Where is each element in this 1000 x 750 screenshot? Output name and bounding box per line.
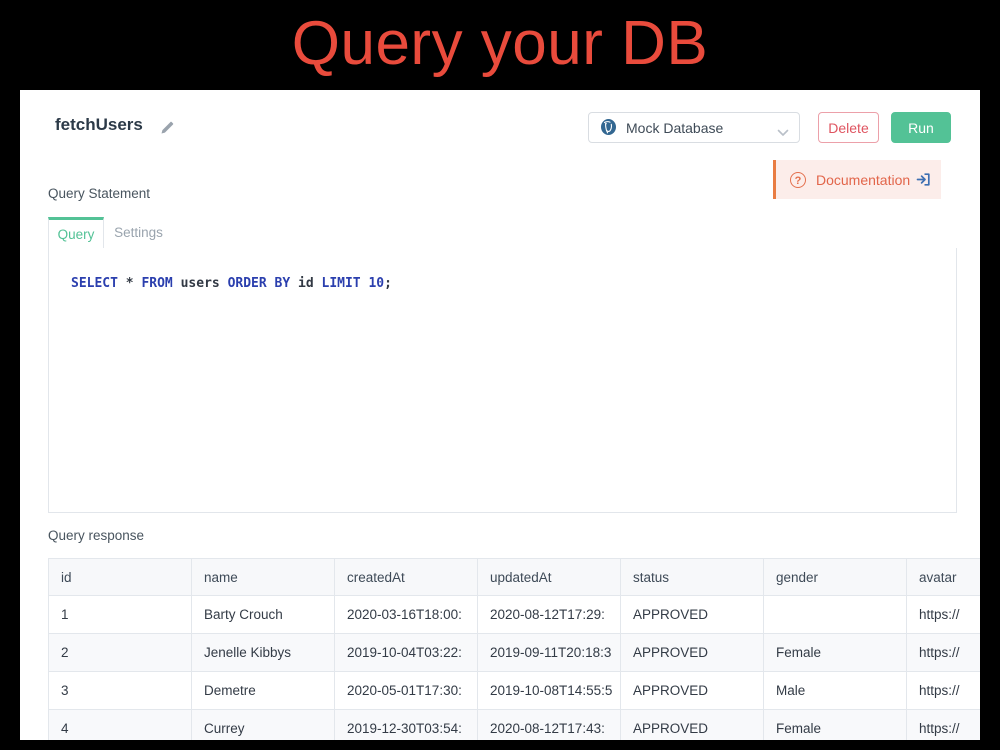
tab-query[interactable]: Query — [48, 217, 104, 248]
sql-token: LIMIT — [322, 276, 369, 291]
query-response-table: idnamecreatedAtupdatedAtstatusgenderavat… — [48, 558, 980, 740]
sql-token: * — [126, 276, 142, 291]
sql-token: SELECT — [71, 276, 126, 291]
sql-token: id — [298, 276, 321, 291]
sql-editor[interactable]: SELECT * FROM users ORDER BY id LIMIT 10… — [48, 248, 957, 513]
table-row: 4Currey2019-12-30T03:54:2020-08-12T17:43… — [49, 710, 981, 741]
table-cell: 2020-03-16T18:00: — [335, 596, 478, 634]
table-cell: 2019-12-30T03:54: — [335, 710, 478, 741]
table-cell: https:// — [907, 596, 981, 634]
table-cell: https:// — [907, 634, 981, 672]
table-cell: Female — [764, 710, 907, 741]
query-response-label: Query response — [48, 528, 144, 543]
table-cell: APPROVED — [621, 710, 764, 741]
query-name: fetchUsers — [55, 115, 143, 135]
sql-token: FROM — [141, 276, 180, 291]
table-cell: 2 — [49, 634, 192, 672]
table-cell: APPROVED — [621, 672, 764, 710]
table-cell: 2020-08-12T17:29: — [478, 596, 621, 634]
chevron-down-icon — [777, 124, 789, 132]
external-link-icon — [916, 172, 931, 187]
question-circle-icon: ? — [790, 172, 806, 188]
edit-pencil-icon[interactable] — [159, 120, 175, 136]
table-cell: 2020-05-01T17:30: — [335, 672, 478, 710]
column-header-avatar: avatar — [907, 559, 981, 596]
query-statement-label: Query Statement — [48, 186, 150, 201]
sql-code-line: SELECT * FROM users ORDER BY id LIMIT 10… — [49, 248, 956, 291]
table-cell: 2019-09-11T20:18:3 — [478, 634, 621, 672]
table-cell: 2020-08-12T17:43: — [478, 710, 621, 741]
table-cell: APPROVED — [621, 596, 764, 634]
table-cell: Currey — [192, 710, 335, 741]
column-header-gender: gender — [764, 559, 907, 596]
run-button[interactable]: Run — [891, 112, 951, 143]
documentation-banner[interactable]: ? Documentation — [773, 160, 941, 199]
table-cell: Male — [764, 672, 907, 710]
table-cell: 3 — [49, 672, 192, 710]
column-header-updatedAt: updatedAt — [478, 559, 621, 596]
table-cell: 2019-10-08T14:55:5 — [478, 672, 621, 710]
table-cell: APPROVED — [621, 634, 764, 672]
table-cell: Jenelle Kibbys — [192, 634, 335, 672]
table-header-row: idnamecreatedAtupdatedAtstatusgenderavat… — [49, 559, 981, 596]
table-row: 2Jenelle Kibbys2019-10-04T03:22:2019-09-… — [49, 634, 981, 672]
sql-token: 10 — [368, 276, 384, 291]
query-editor-panel: fetchUsers Mock Database — [20, 90, 980, 740]
column-header-name: name — [192, 559, 335, 596]
table-cell: Barty Crouch — [192, 596, 335, 634]
tab-settings[interactable]: Settings — [104, 217, 173, 248]
tabs: Query Settings — [48, 217, 957, 249]
column-header-status: status — [621, 559, 764, 596]
page-title: Query your DB — [0, 0, 1000, 88]
table-cell — [764, 596, 907, 634]
table-cell: Female — [764, 634, 907, 672]
sql-token: users — [181, 276, 228, 291]
column-header-id: id — [49, 559, 192, 596]
sql-token: ORDER BY — [228, 276, 298, 291]
page: Query your DB fetchUsers Mock Database — [0, 0, 1000, 750]
table-cell: 1 — [49, 596, 192, 634]
table-cell: 2019-10-04T03:22: — [335, 634, 478, 672]
documentation-label: Documentation — [816, 172, 910, 188]
postgresql-icon — [599, 118, 618, 137]
delete-button[interactable]: Delete — [818, 112, 879, 143]
table-row: 1Barty Crouch2020-03-16T18:00:2020-08-12… — [49, 596, 981, 634]
database-select[interactable]: Mock Database — [588, 112, 800, 143]
table-row: 3Demetre2020-05-01T17:30:2019-10-08T14:5… — [49, 672, 981, 710]
database-select-value: Mock Database — [626, 120, 777, 136]
table-cell: 4 — [49, 710, 192, 741]
column-header-createdAt: createdAt — [335, 559, 478, 596]
sql-token: ; — [384, 276, 392, 291]
table-cell: https:// — [907, 672, 981, 710]
table-cell: Demetre — [192, 672, 335, 710]
table-cell: https:// — [907, 710, 981, 741]
